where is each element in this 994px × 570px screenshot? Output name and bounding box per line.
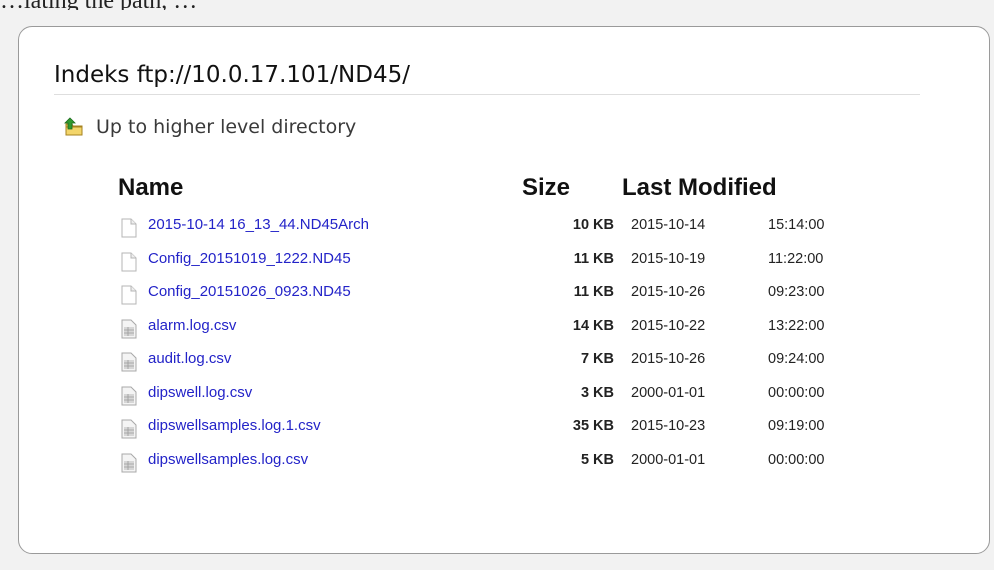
file-row: 2015-10-14 16_13_44.ND45Arch 10 KB 2015-… bbox=[0, 210, 994, 244]
file-time: 09:23:00 bbox=[768, 284, 825, 300]
file-row: Config_20151019_1222.ND45 11 KB 2015-10-… bbox=[0, 244, 994, 278]
file-size: 10 KB bbox=[572, 217, 614, 233]
file-link[interactable]: dipswellsamples.log.csv bbox=[148, 451, 308, 468]
file-time: 09:19:00 bbox=[768, 418, 825, 434]
cropped-caption-text: …lating the path, … bbox=[0, 0, 994, 10]
title-divider bbox=[54, 94, 920, 95]
blank-file-icon bbox=[120, 218, 138, 238]
file-time: 09:24:00 bbox=[768, 351, 825, 367]
file-row: dipswellsamples.log.csv 5 KB 2000-01-01 … bbox=[0, 445, 994, 479]
file-date: 2000-01-01 bbox=[631, 451, 706, 468]
file-link[interactable]: alarm.log.csv bbox=[148, 317, 236, 334]
column-header-last-modified: Last Modified bbox=[622, 174, 777, 201]
file-row: alarm.log.csv 14 KB 2015-10-22 13:22:00 bbox=[0, 311, 994, 345]
column-header-size: Size bbox=[522, 174, 571, 201]
spreadsheet-file-icon bbox=[120, 319, 138, 339]
file-time: 13:22:00 bbox=[768, 317, 825, 334]
file-date: 2015-10-19 bbox=[631, 250, 706, 267]
page-title: Indeks ftp://10.0.17.101/ND45/ bbox=[54, 62, 410, 88]
file-link[interactable]: dipswellsamples.log.1.csv bbox=[148, 417, 321, 434]
file-link[interactable]: Config_20151019_1222.ND45 bbox=[148, 250, 351, 267]
file-time: 00:00:00 bbox=[768, 384, 825, 401]
file-size: 14 KB bbox=[572, 317, 614, 334]
file-link[interactable]: Config_20151026_0923.ND45 bbox=[148, 283, 351, 300]
file-row: dipswell.log.csv 3 KB 2000-01-01 00:00:0… bbox=[0, 378, 994, 412]
file-date: 2015-10-23 bbox=[631, 418, 706, 434]
file-link[interactable]: dipswell.log.csv bbox=[148, 384, 252, 401]
spreadsheet-file-icon bbox=[120, 453, 138, 473]
up-directory-link[interactable]: Up to higher level directory bbox=[64, 116, 356, 138]
file-size: 7 KB bbox=[580, 351, 614, 367]
spreadsheet-file-icon bbox=[120, 419, 138, 439]
file-date: 2015-10-22 bbox=[631, 317, 706, 334]
folder-up-icon bbox=[64, 117, 84, 137]
file-list: 2015-10-14 16_13_44.ND45Arch 10 KB 2015-… bbox=[0, 210, 994, 478]
column-header-name: Name bbox=[118, 174, 184, 201]
file-size: 11 KB bbox=[573, 284, 614, 300]
file-size: 3 KB bbox=[580, 384, 614, 401]
file-date: 2000-01-01 bbox=[631, 384, 706, 401]
file-time: 00:00:00 bbox=[768, 451, 825, 468]
file-time: 15:14:00 bbox=[768, 217, 825, 233]
file-row: audit.log.csv 7 KB 2015-10-26 09:24:00 bbox=[0, 344, 994, 378]
spreadsheet-file-icon bbox=[120, 386, 138, 406]
file-size: 5 KB bbox=[580, 451, 614, 468]
file-link[interactable]: audit.log.csv bbox=[148, 350, 231, 367]
file-size: 11 KB bbox=[573, 250, 614, 267]
blank-file-icon bbox=[120, 252, 138, 272]
file-date: 2015-10-26 bbox=[631, 284, 706, 300]
spreadsheet-file-icon bbox=[120, 352, 138, 372]
file-row: dipswellsamples.log.1.csv 35 KB 2015-10-… bbox=[0, 411, 994, 445]
file-date: 2015-10-14 bbox=[631, 217, 706, 233]
file-row: Config_20151026_0923.ND45 11 KB 2015-10-… bbox=[0, 277, 994, 311]
file-time: 11:22:00 bbox=[768, 250, 824, 267]
file-size: 35 KB bbox=[572, 418, 614, 434]
blank-file-icon bbox=[120, 285, 138, 305]
up-directory-label: Up to higher level directory bbox=[96, 116, 357, 138]
file-date: 2015-10-26 bbox=[631, 351, 706, 367]
file-link[interactable]: 2015-10-14 16_13_44.ND45Arch bbox=[148, 216, 369, 233]
